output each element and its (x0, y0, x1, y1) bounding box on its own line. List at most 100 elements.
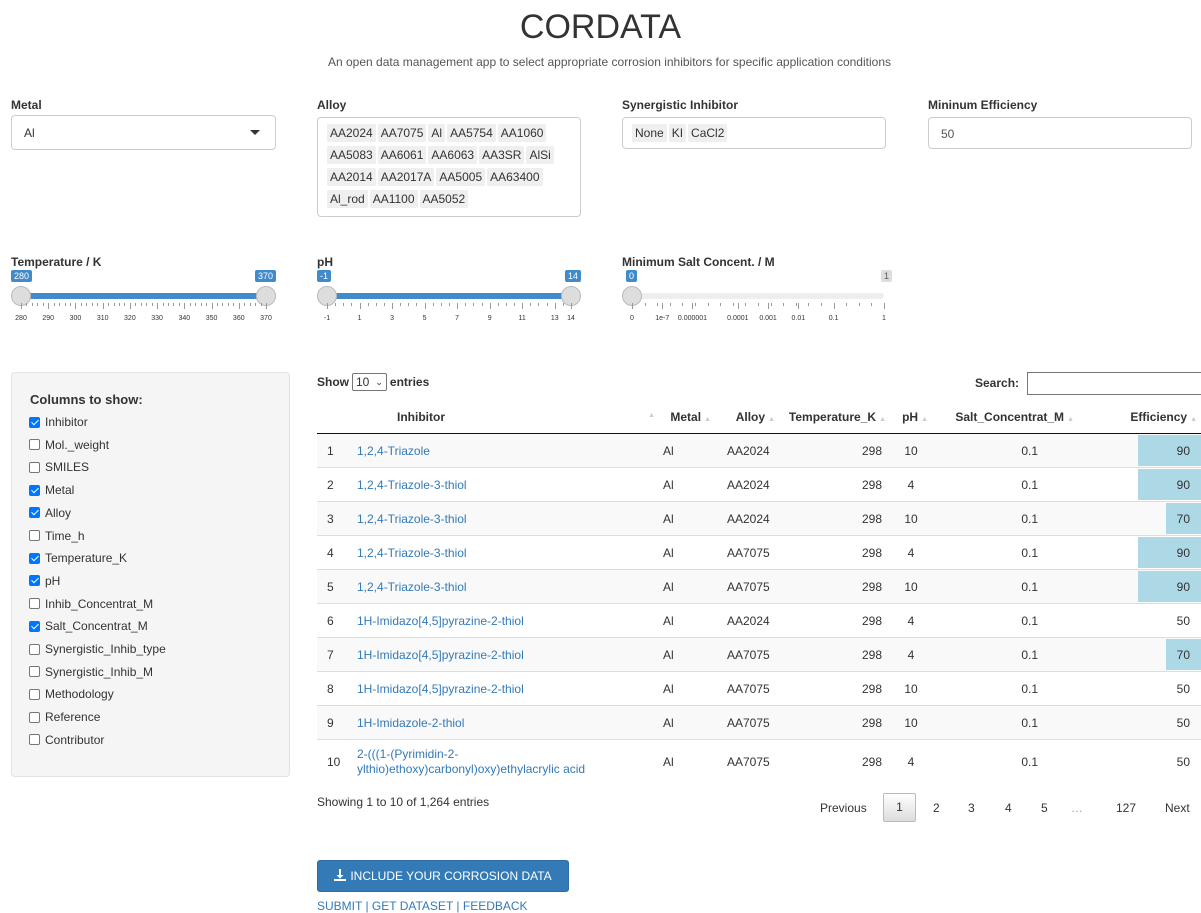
inhibitor-cell[interactable]: 1,2,4-Triazole-3-thiol (351, 535, 661, 570)
column-header[interactable]: pH ▲ (890, 400, 932, 434)
synergistic-chip[interactable]: CaCl2 (688, 124, 728, 142)
synergistic-chip[interactable]: None (632, 124, 667, 142)
pagination-current-page[interactable]: 1 (883, 793, 916, 822)
synergistic-multiselect[interactable]: None KI CaCl2 (622, 117, 886, 149)
column-toggle-inhib-concentrat-m[interactable]: Inhib_Concentrat_M (29, 597, 153, 611)
alloy-chip[interactable]: AA63400 (487, 168, 543, 186)
checkbox[interactable] (29, 416, 40, 428)
temperature-slider[interactable]: Temperature / K 280 370 280 290 300 310 320 330… (11, 255, 276, 335)
alloy-chip[interactable]: AA2024 (327, 124, 376, 142)
inhibitor-link[interactable]: 1,2,4-Triazole-3-thiol (357, 580, 467, 594)
checkbox[interactable] (29, 530, 40, 541)
checkbox[interactable] (29, 484, 40, 496)
column-toggle-ph[interactable]: pH (29, 574, 60, 588)
checkbox[interactable] (29, 461, 40, 473)
alloy-chip[interactable]: AA6063 (428, 146, 478, 164)
pagination-previous[interactable]: Previous (820, 801, 867, 815)
alloy-chip[interactable]: AA7075 (377, 124, 427, 142)
inhibitor-link[interactable]: 2-(((1-(Pyrimidin-2-ylthio)ethoxy)carbon… (357, 747, 607, 777)
inhibitor-link[interactable]: 1H-Imidazo[4,5]pyrazine-2-thiol (357, 648, 524, 662)
inhibitor-link[interactable]: 1,2,4-Triazole-3-thiol (357, 478, 467, 492)
checkbox[interactable] (29, 666, 40, 678)
column-toggle-alloy[interactable]: Alloy (29, 506, 71, 520)
alloy-chip[interactable]: AA6061 (377, 146, 427, 164)
column-header[interactable]: Metal ▲ (661, 400, 715, 434)
column-toggle-salt-concentrat-m[interactable]: Salt_Concentrat_M (29, 619, 148, 633)
checkbox[interactable] (29, 711, 40, 723)
column-toggle-contributor[interactable]: Contributor (29, 733, 104, 747)
column-toggle-methodology[interactable]: Methodology (29, 687, 114, 701)
pagination-page[interactable]: 5 (1041, 801, 1048, 815)
inhibitor-cell[interactable]: 1,2,4-Triazole-3-thiol (351, 501, 661, 536)
alloy-chip[interactable]: Al (428, 124, 446, 142)
alloy-chip[interactable]: AA5052 (419, 190, 469, 208)
alloy-chip[interactable]: AA3SR (479, 146, 525, 164)
include-data-button[interactable]: INCLUDE YOUR CORROSION DATA (317, 860, 569, 892)
salt-slider[interactable]: Minimum Salt Concent. / M 0 1 0 1e-7 0.00000… (622, 255, 894, 335)
alloy-chip[interactable]: AA5754 (447, 124, 496, 142)
pagination-page[interactable]: 2 (933, 801, 940, 815)
pagination-page[interactable]: 4 (1005, 801, 1012, 815)
ph-slider[interactable]: pH -1 14 -1 1 3 5 7 9 11 13 14 (317, 255, 581, 335)
checkbox[interactable] (29, 688, 40, 700)
inhibitor-cell[interactable]: 1H-Imidazo[4,5]pyrazine-2-thiol (351, 603, 661, 638)
inhibitor-link[interactable]: 1H-Imidazole-2-thiol (357, 716, 464, 730)
checkbox[interactable] (29, 552, 40, 564)
checkbox[interactable] (29, 620, 40, 632)
column-header[interactable]: Salt_Concentrat_M ▲ (932, 400, 1078, 434)
alloy-chip[interactable]: AA1100 (369, 190, 418, 208)
inhibitor-link[interactable]: 1H-Imidazo[4,5]pyrazine-2-thiol (357, 614, 524, 628)
alloy-chip[interactable]: AA2014 (327, 168, 376, 186)
inhibitor-cell[interactable]: 1H-Imidazole-2-thiol (351, 705, 661, 740)
inhibitor-cell[interactable]: 1,2,4-Triazole-3-thiol (351, 569, 661, 604)
inhibitor-link[interactable]: 1H-Imidazo[4,5]pyrazine-2-thiol (357, 682, 524, 696)
column-header[interactable]: Efficiency ▲ (1078, 400, 1201, 434)
alloy-chip[interactable]: Al_rod (327, 190, 368, 208)
checkbox[interactable] (29, 598, 40, 610)
column-toggle-synergistic-inhib-type[interactable]: Synergistic_Inhib_type (29, 642, 166, 656)
column-toggle-time-h[interactable]: Time_h (29, 529, 85, 543)
metal-select[interactable]: Al (11, 115, 276, 150)
checkbox-label: Inhib_Concentrat_M (45, 596, 154, 611)
column-header[interactable]: Inhibitor ▲ (351, 400, 661, 434)
alloy-multiselect[interactable]: AA2024 AA7075 Al AA5754 AA1060AA5083 AA6061 AA… (317, 117, 581, 217)
column-header[interactable]: Alloy ▲ (715, 400, 779, 434)
inhibitor-link[interactable]: 1,2,4-Triazole-3-thiol (357, 546, 467, 560)
alloy-chip[interactable]: AlSi (526, 146, 554, 164)
column-header[interactable]: Temperature_K ▲ (779, 400, 890, 434)
footer-link-get-dataset[interactable]: GET DATASET (372, 899, 453, 913)
checkbox[interactable] (29, 507, 40, 519)
search-input[interactable] (1027, 372, 1201, 395)
checkbox[interactable] (29, 734, 40, 746)
footer-link-feedback[interactable]: FEEDBACK (463, 899, 528, 913)
column-toggle-mol-weight[interactable]: Mol._weight (29, 438, 109, 452)
pagination-next[interactable]: Next (1165, 801, 1190, 815)
inhibitor-cell[interactable]: 1,2,4-Triazole-3-thiol (351, 467, 661, 502)
column-toggle-smiles[interactable]: SMILES (29, 460, 89, 474)
column-toggle-reference[interactable]: Reference (29, 710, 100, 724)
pagination-page[interactable]: 3 (968, 801, 975, 815)
inhibitor-cell[interactable]: 1H-Imidazo[4,5]pyrazine-2-thiol (351, 671, 661, 706)
checkbox[interactable] (29, 643, 40, 655)
checkbox-label: Mol._weight (45, 437, 110, 452)
entries-select[interactable]: 10 ⌄ (352, 373, 387, 391)
column-toggle-inhibitor[interactable]: Inhibitor (29, 415, 88, 429)
inhibitor-link[interactable]: 1,2,4-Triazole-3-thiol (357, 512, 467, 526)
min-efficiency-input[interactable]: 50 (928, 117, 1192, 149)
inhibitor-cell[interactable]: 1,2,4-Triazole (351, 433, 661, 468)
alloy-chip[interactable]: AA5005 (436, 168, 486, 186)
alloy-chip[interactable]: AA1060 (497, 124, 547, 142)
alloy-chip[interactable]: AA2017A (377, 168, 435, 186)
inhibitor-cell[interactable]: 2-(((1-(Pyrimidin-2-ylthio)ethoxy)carbon… (351, 739, 661, 784)
column-toggle-metal[interactable]: Metal (29, 483, 74, 497)
column-toggle-temperature-k[interactable]: Temperature_K (29, 551, 127, 565)
checkbox[interactable] (29, 439, 40, 451)
synergistic-chip[interactable]: KI (668, 124, 687, 142)
pagination-page-last[interactable]: 127 (1116, 801, 1136, 815)
inhibitor-link[interactable]: 1,2,4-Triazole (357, 444, 430, 458)
inhibitor-cell[interactable]: 1H-Imidazo[4,5]pyrazine-2-thiol (351, 637, 661, 672)
alloy-chip[interactable]: AA5083 (327, 146, 376, 164)
column-toggle-synergistic-inhib-m[interactable]: Synergistic_Inhib_M (29, 665, 153, 679)
checkbox[interactable] (29, 575, 40, 587)
footer-link-submit[interactable]: SUBMIT (317, 899, 362, 913)
